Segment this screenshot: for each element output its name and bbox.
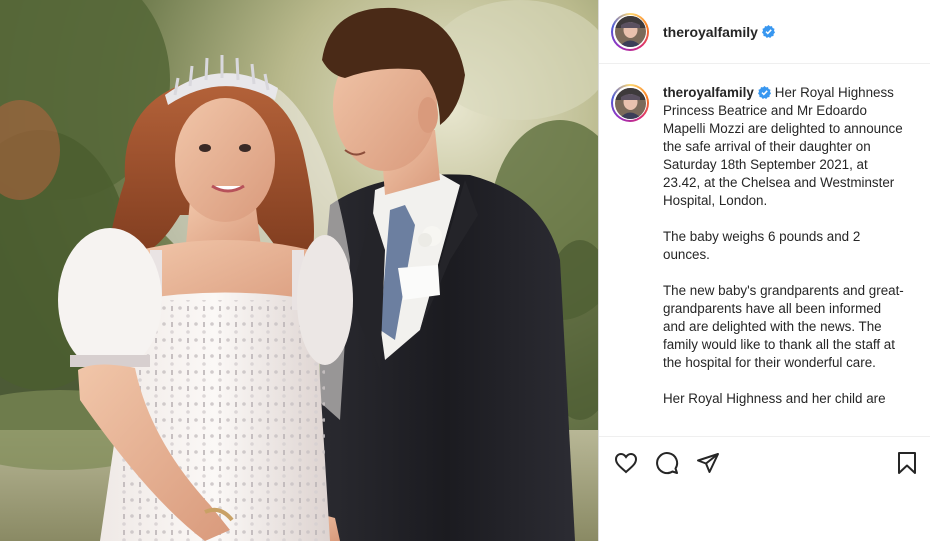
profile-photo-icon [614,16,646,47]
caption-paragraph: The new baby's grandparents and great-gr… [663,283,904,370]
avatar-ring [613,86,647,120]
verified-badge-icon [761,25,775,38]
bookmark-icon [898,451,916,474]
comment-icon [656,451,679,474]
caption-body: Her Royal Highness Princess Beatrice and… [663,85,903,208]
comments-area[interactable]: theroyalfamily Her Royal Highness Princes… [599,64,930,436]
account-username[interactable]: theroyalfamily [663,24,758,40]
share-icon [697,452,719,473]
caption-paragraph: Her Royal Highness and her child are [663,391,886,406]
share-button[interactable] [695,450,721,476]
wedding-photo [0,0,598,541]
save-button[interactable] [894,450,920,476]
post-header: theroyalfamily [599,0,930,64]
caption-paragraph: The baby weighs 6 pounds and 2 ounces. [663,229,861,262]
action-bar [599,436,930,488]
caption: theroyalfamily Her Royal Highness Princes… [611,84,912,426]
avatar-ring [613,14,647,49]
caption-text: theroyalfamily Her Royal Highness Princes… [663,84,905,426]
profile-photo-icon [614,87,646,119]
caption-paragraph: theroyalfamily Her Royal Highness Princes… [663,84,905,210]
caption-avatar[interactable] [611,84,649,122]
post-photo[interactable] [0,0,598,541]
post-side-panel: theroyalfamily theroyalfamily Her Royal … [598,0,930,541]
caption-username[interactable]: theroyalfamily [663,85,754,100]
like-button[interactable] [613,450,639,476]
avatar[interactable] [611,12,649,51]
heart-icon [614,452,638,473]
verified-badge-icon [757,86,771,99]
instagram-post: theroyalfamily theroyalfamily Her Royal … [0,0,930,541]
comment-button[interactable] [654,450,680,476]
